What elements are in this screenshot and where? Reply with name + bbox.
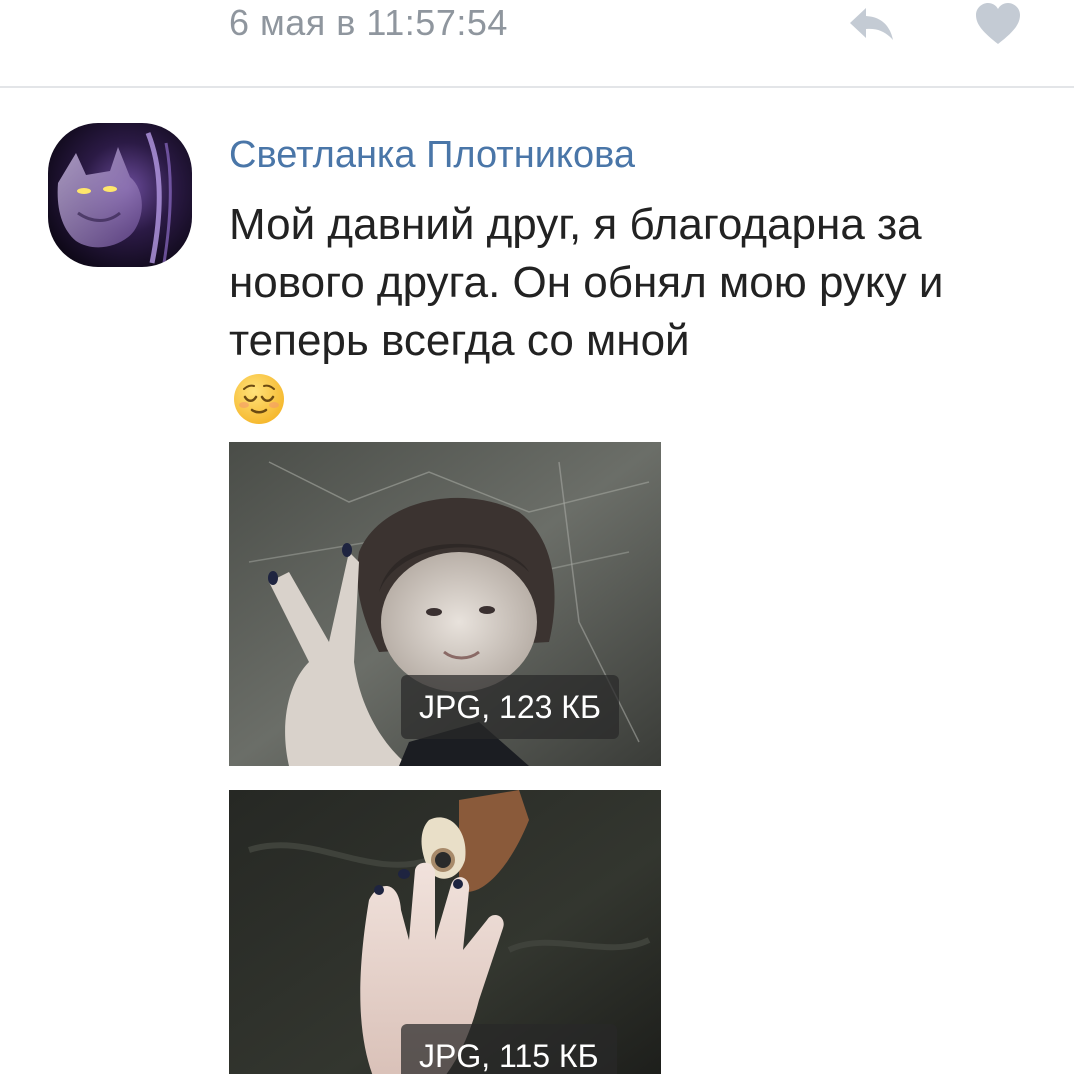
reply-button[interactable] [846, 4, 896, 42]
like-button[interactable] [974, 2, 1022, 46]
previous-comment-footer: 6 мая в 11:57:54 [0, 0, 1074, 86]
attachment-photo-1[interactable]: JPG, 123 КБ [229, 442, 661, 766]
file-badge: JPG, 115 КБ [401, 1024, 617, 1074]
wolf-avatar [48, 123, 192, 267]
avatar[interactable] [48, 123, 192, 267]
attachment-photo-2[interactable]: JPG, 115 КБ [229, 790, 661, 1074]
relieved-face-emoji [234, 374, 284, 424]
comment-text: Мой давний друг, я благодарна за нового … [229, 200, 944, 365]
comment-thread-screen: 6 мая в 11:57:54 Светланка Плотникова Мо… [0, 0, 1074, 1074]
file-badge: JPG, 123 КБ [401, 675, 619, 739]
comment-timestamp: 6 мая в 11:57:54 [229, 2, 508, 43]
author-name-link[interactable]: Светланка Плотникова [229, 134, 635, 177]
divider [0, 86, 1074, 88]
reply-arrow-icon [850, 8, 893, 40]
heart-icon [976, 3, 1020, 44]
